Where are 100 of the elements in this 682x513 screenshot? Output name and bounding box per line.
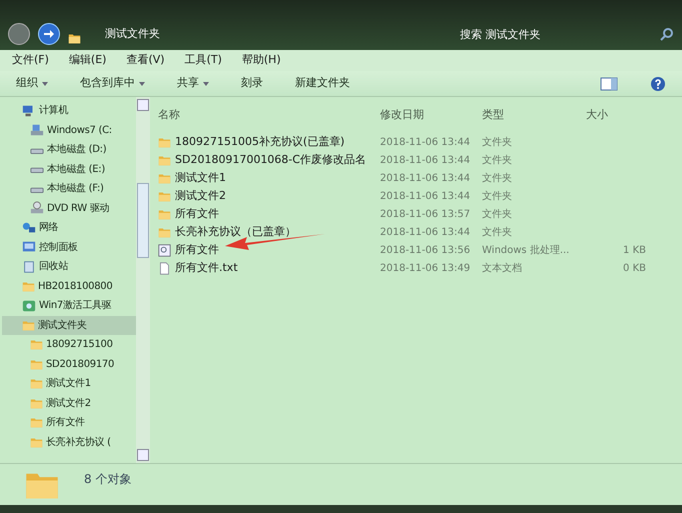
folder-icon [30, 377, 43, 390]
date-cell-text: 2018-11-06 13:44 [380, 154, 472, 168]
nav-item[interactable]: 本地磁盘 (F:) [2, 179, 136, 198]
file-name[interactable]: 测试文件2 [175, 188, 226, 204]
text-file-icon [158, 262, 171, 274]
nav-label: 测试文件2 [46, 396, 91, 411]
nav-item[interactable]: 网络 [2, 218, 136, 238]
folder-icon [158, 226, 171, 238]
type-cell-text: 文件夹 [482, 154, 513, 168]
menu-item[interactable]: 查看(V) [126, 52, 165, 69]
type-cell-text: 文本文档 [482, 262, 523, 276]
toolbar-button[interactable]: 新建文件夹 [295, 75, 350, 92]
nav-item[interactable]: 控制面板 [2, 238, 136, 257]
nav-item[interactable]: Windows7 (C: [2, 120, 136, 140]
nav-item[interactable]: 本地磁盘 (E:) [2, 160, 136, 179]
folder-icon [30, 416, 43, 430]
date-cell-text: 2018-11-06 13:49 [380, 262, 472, 276]
nav-item[interactable]: 本地磁盘 (D:) [2, 140, 136, 160]
folder-icon [158, 172, 171, 184]
toolbar-button[interactable]: 组织 [16, 75, 48, 92]
nav-item[interactable]: SD201809170 [2, 354, 136, 374]
folder-icon [22, 280, 35, 293]
view-options-icon [600, 76, 618, 90]
nav-item[interactable]: 所有文件 [2, 413, 136, 432]
toolbar-button[interactable]: 共享 [177, 75, 209, 92]
date-cell-text: 2018-11-06 13:56 [380, 244, 472, 258]
nav-label: 长亮补充协议 ( [46, 436, 111, 450]
menu-item[interactable]: 文件(F) [12, 52, 49, 69]
nav-item[interactable]: 长亮补充协议 ( [2, 432, 136, 452]
size-cell-text: 0 KB [622, 262, 646, 276]
nav-label: 测试文件1 [46, 376, 91, 392]
search-field[interactable]: 搜索 测试文件夹 [452, 23, 652, 45]
column-header[interactable]: 修改日期 [380, 106, 482, 124]
nav-item[interactable]: 测试文件夹 [2, 316, 136, 335]
nav-item[interactable]: HB2018100800 [2, 276, 136, 296]
column-header[interactable]: 名称 [158, 106, 380, 124]
batch-file-icon [158, 244, 171, 256]
folder-icon [30, 396, 43, 410]
nav-label: 计算机 [39, 104, 68, 118]
column-header[interactable]: 大小 [586, 106, 608, 124]
file-name[interactable]: 180927151005补充协议(已盖章) [175, 134, 345, 150]
folder-icon [158, 190, 171, 202]
help-icon [650, 76, 666, 92]
drive-icon [30, 123, 44, 138]
forward-button[interactable] [38, 23, 60, 45]
column-header[interactable]: 类型 [482, 106, 586, 124]
type-cell-text: 文件夹 [482, 190, 513, 204]
type-cell-text: 文件夹 [482, 208, 513, 222]
file-name[interactable]: 测试文件1 [175, 170, 226, 186]
nav-label: Win7激活工具驱 [39, 299, 112, 314]
nav-label: 所有文件 [46, 416, 85, 430]
recycle-bin-icon [22, 260, 36, 274]
disc-drive-icon [30, 201, 44, 216]
file-name[interactable]: 所有文件 [175, 242, 219, 258]
size-cell-text: 1 KB [622, 244, 646, 258]
folder-icon [30, 358, 43, 371]
type-cell-text: 文件夹 [482, 136, 513, 150]
nav-item[interactable]: Win7激活工具驱 [2, 296, 136, 316]
nav-label: HB2018100800 [38, 280, 112, 294]
menu-item[interactable]: 帮助(H) [242, 52, 281, 69]
toolbar-button[interactable]: 包含到库中 [80, 75, 145, 92]
date-cell-text: 2018-11-06 13:44 [380, 136, 472, 150]
scrollbar[interactable] [136, 97, 150, 463]
folder-icon [68, 32, 81, 45]
file-name[interactable]: 所有文件 [175, 206, 219, 222]
nav-item[interactable]: DVD RW 驱动 [2, 198, 136, 218]
menu-item[interactable]: 编辑(E) [68, 52, 106, 69]
nav-label: 本地磁盘 (D:) [47, 142, 106, 158]
folder-icon [30, 338, 43, 352]
nav-label: DVD RW 驱动 [47, 202, 110, 216]
address-field[interactable]: 测试文件夹 [89, 23, 444, 45]
app-icon [22, 298, 36, 313]
folder-icon [158, 208, 171, 220]
nav-item[interactable]: 测试文件1 [2, 374, 136, 394]
control-panel-icon [22, 240, 36, 254]
toolbar-button[interactable]: 刻录 [241, 75, 263, 92]
nav-item[interactable]: 回收站 [2, 257, 136, 276]
file-name[interactable]: SD20180917001068-C作废修改品名 [175, 152, 366, 168]
back-button[interactable] [8, 23, 30, 45]
file-name[interactable]: 所有文件.txt [175, 260, 238, 276]
type-cell-text: 文件夹 [482, 226, 513, 240]
menu-item[interactable]: 工具(T) [184, 52, 222, 69]
caret-icon [203, 82, 209, 86]
folder-icon [30, 436, 43, 449]
caret-icon [139, 82, 145, 86]
nav-label: 18092715100 [46, 338, 113, 352]
file-name[interactable]: 长亮补充协议（已盖章） [175, 224, 296, 240]
arrow-icon [43, 28, 55, 40]
date-cell-text: 2018-11-06 13:57 [380, 208, 472, 222]
nav-label: SD201809170 [46, 358, 114, 372]
type-cell-text: 文件夹 [482, 172, 513, 186]
nav-item[interactable]: 测试文件2 [2, 394, 136, 413]
nav-item[interactable]: 18092715100 [2, 335, 136, 354]
folder-icon [22, 318, 35, 332]
nav-label: 网络 [39, 221, 58, 236]
caret-icon [42, 82, 48, 86]
date-cell-text: 2018-11-06 13:44 [380, 172, 472, 186]
date-cell-text: 2018-11-06 13:44 [380, 226, 472, 240]
nav-item[interactable]: 计算机 [2, 101, 136, 120]
nav-label: 本地磁盘 (E:) [47, 162, 105, 177]
